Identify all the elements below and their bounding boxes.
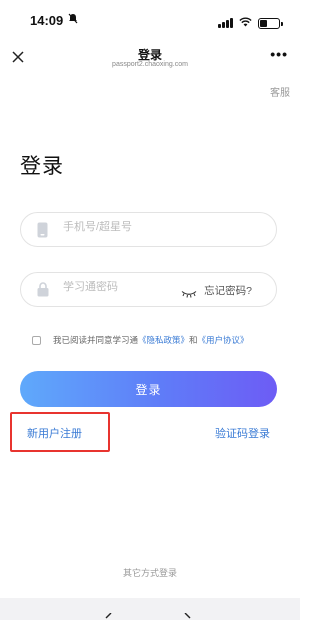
eye-closed-icon[interactable] — [181, 285, 197, 303]
login-button[interactable]: 登录 — [20, 371, 277, 407]
user-agreement-link[interactable]: 《用户协议》 — [198, 334, 249, 346]
phone-icon — [37, 222, 48, 243]
password-input[interactable] — [63, 281, 193, 293]
wifi-icon — [239, 14, 252, 32]
back-arrow-icon[interactable] — [104, 610, 114, 620]
phone-field[interactable] — [20, 212, 277, 247]
agreement-checkbox[interactable] — [32, 335, 41, 345]
page-title: 登录 — [20, 155, 64, 178]
forward-arrow-icon[interactable] — [182, 610, 192, 620]
privacy-policy-link[interactable]: 《隐私政策》 — [138, 334, 189, 346]
nav-url: passport2.chaoxing.com — [112, 61, 188, 68]
battery-icon — [258, 17, 283, 29]
lock-icon — [37, 282, 49, 302]
other-login-methods-link[interactable]: 其它方式登录 — [0, 566, 300, 579]
mute-bell-icon — [68, 13, 78, 27]
sms-code-login-link[interactable]: 验证码登录 — [215, 425, 270, 441]
customer-service-link[interactable]: 客服 — [270, 84, 290, 99]
status-bar: 14:09 — [0, 0, 300, 42]
more-options-icon[interactable]: ••• — [270, 47, 288, 61]
agreement-text: 我已阅读并同意学习通 — [53, 335, 139, 345]
nav-header: 登录 passport2.chaoxing.com ••• — [0, 42, 300, 76]
forgot-password-link[interactable]: 忘记密码? — [204, 283, 252, 298]
phone-input[interactable] — [63, 221, 193, 233]
agreement-conjunction: 和 — [189, 335, 198, 345]
browser-bottom-bar — [0, 598, 300, 620]
password-field[interactable]: 忘记密码? — [20, 272, 277, 307]
register-link[interactable]: 新用户注册 — [27, 425, 82, 441]
agreement-row: 我已阅读并同意学习通 《隐私政策》 和 《用户协议》 — [32, 334, 249, 346]
signal-icon — [218, 18, 233, 28]
status-time: 14:09 — [30, 13, 64, 28]
status-indicators — [218, 14, 283, 32]
